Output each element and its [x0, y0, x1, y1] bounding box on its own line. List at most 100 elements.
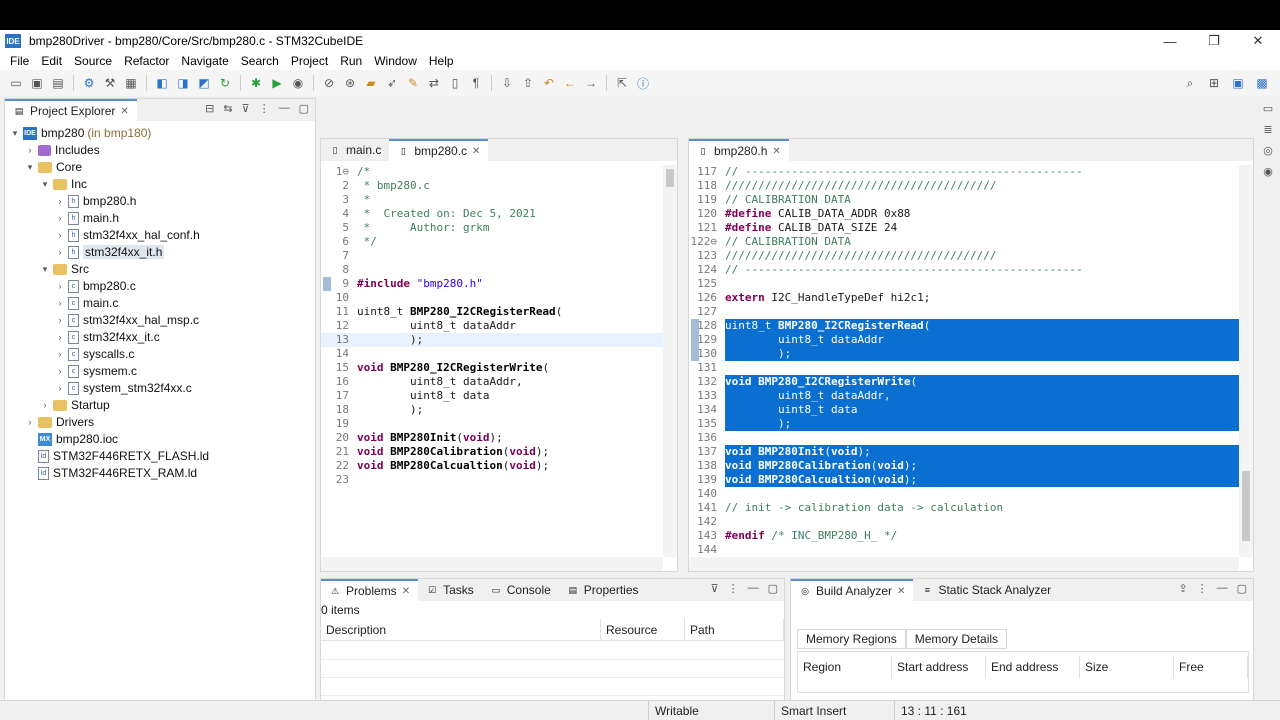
- code-line[interactable]: 141 // init -> calibration data -> calcul…: [689, 501, 1239, 515]
- tab-properties[interactable]: ▤ Properties: [559, 579, 647, 601]
- code-line[interactable]: 140: [689, 487, 1239, 501]
- column-header[interactable]: Start address: [892, 656, 986, 678]
- tree-item[interactable]: › c main.c: [54, 295, 119, 311]
- code-line[interactable]: 130 );: [689, 347, 1239, 361]
- menu-source[interactable]: Source: [68, 54, 118, 68]
- scrollbar-thumb[interactable]: [1242, 471, 1250, 541]
- tree-item[interactable]: ld STM32F446RETX_RAM.ld: [24, 465, 197, 481]
- expand-arrow-icon[interactable]: ›: [24, 417, 36, 427]
- minimize-button[interactable]: —: [1148, 30, 1192, 52]
- expand-arrow-icon[interactable]: ›: [54, 196, 66, 206]
- code-line[interactable]: 5 * Author: grkm: [321, 221, 663, 235]
- editor-tab[interactable]: ▯ main.c: [321, 139, 389, 161]
- expand-arrow-icon[interactable]: ›: [54, 247, 66, 257]
- code-line[interactable]: 18 );: [321, 403, 663, 417]
- maximize-view-icon[interactable]: ▢: [299, 102, 309, 115]
- code-line[interactable]: 3 *: [321, 193, 663, 207]
- scrollbar-thumb[interactable]: [666, 169, 674, 187]
- mx-perspective-icon[interactable]: ▩: [1254, 75, 1270, 91]
- pin-editor-icon[interactable]: ⇱: [614, 75, 630, 91]
- link-editor-icon[interactable]: ⇆: [223, 102, 232, 115]
- code-line[interactable]: 10: [321, 291, 663, 305]
- code-line[interactable]: 135 );: [689, 417, 1239, 431]
- restore-button[interactable]: ❐: [1192, 30, 1236, 52]
- run-play-icon[interactable]: ▶: [269, 75, 285, 91]
- expand-arrow-icon[interactable]: ›: [54, 366, 66, 376]
- tree-item[interactable]: › h bmp280.h: [54, 193, 137, 209]
- code-line[interactable]: 119 // CALIBRATION DATA: [689, 193, 1239, 207]
- code-line[interactable]: 143 #endif /* INC_BMP280_H_ */: [689, 529, 1239, 543]
- expand-arrow-icon[interactable]: ›: [54, 281, 66, 291]
- whitespace-icon[interactable]: ¶: [468, 75, 484, 91]
- code-line[interactable]: 23: [321, 473, 663, 487]
- horizontal-scrollbar[interactable]: [321, 557, 663, 571]
- menu-window[interactable]: Window: [368, 54, 423, 68]
- outline-icon[interactable]: ≣: [1263, 123, 1272, 136]
- code-line[interactable]: 118 /////////////////////////////////////…: [689, 179, 1239, 193]
- menu-project[interactable]: Project: [285, 54, 334, 68]
- menu-help[interactable]: Help: [423, 54, 460, 68]
- info-icon[interactable]: ⓘ: [635, 75, 651, 91]
- vertical-scrollbar[interactable]: [663, 165, 677, 557]
- tab-tasks[interactable]: ☑ Tasks: [418, 579, 482, 601]
- expand-arrow-icon[interactable]: ›: [54, 349, 66, 359]
- prev-annotation-icon[interactable]: ⇧: [520, 75, 536, 91]
- horizontal-scrollbar[interactable]: [689, 557, 1239, 571]
- tab-project-explorer[interactable]: ▤ Project Explorer ✕: [5, 99, 137, 121]
- menu-refactor[interactable]: Refactor: [118, 54, 175, 68]
- last-edit-icon[interactable]: ↶: [541, 75, 557, 91]
- view-menu-icon[interactable]: ⋮: [259, 102, 270, 115]
- tree-item[interactable]: › c sysmem.c: [54, 363, 138, 379]
- code-line[interactable]: 121 #define CALIB_DATA_SIZE 24: [689, 221, 1239, 235]
- restore-icon[interactable]: ▭: [1263, 102, 1273, 115]
- code-line[interactable]: 13 );: [321, 333, 663, 347]
- filter-icon[interactable]: ⊽: [711, 582, 719, 595]
- code-line[interactable]: 15 void BMP280_I2CRegisterWrite(: [321, 361, 663, 375]
- code-line[interactable]: 8: [321, 263, 663, 277]
- sfr-icon[interactable]: ◉: [1263, 165, 1273, 178]
- settings-gear-icon[interactable]: ⚙: [81, 75, 97, 91]
- code-line[interactable]: 142: [689, 515, 1239, 529]
- code-line[interactable]: 137 void BMP280Init(void);: [689, 445, 1239, 459]
- code-area[interactable]: 117 // ----------------------------------…: [689, 165, 1239, 557]
- code-line[interactable]: 4 * Created on: Dec 5, 2021: [321, 207, 663, 221]
- close-icon[interactable]: ✕: [897, 586, 905, 597]
- editor-tab[interactable]: ▯ bmp280.c ✕: [389, 139, 489, 161]
- tree-item[interactable]: › c stm32f4xx_hal_msp.c: [54, 312, 200, 328]
- code-line[interactable]: 144: [689, 543, 1239, 557]
- minimize-view-icon[interactable]: —: [279, 102, 290, 115]
- save-icon[interactable]: ▣: [29, 75, 45, 91]
- code-line[interactable]: 12 uint8_t dataAddr: [321, 319, 663, 333]
- save-all-icon[interactable]: ▤: [50, 75, 66, 91]
- code-line[interactable]: 17 uint8_t data: [321, 389, 663, 403]
- tree-item[interactable]: ▾ Src: [39, 261, 89, 277]
- external-tools-icon[interactable]: ◉: [290, 75, 306, 91]
- code-line[interactable]: 133 uint8_t dataAddr,: [689, 389, 1239, 403]
- column-header[interactable]: Size: [1080, 656, 1174, 678]
- code-line[interactable]: 14: [321, 347, 663, 361]
- column-header[interactable]: Description: [321, 619, 601, 640]
- editor-tab[interactable]: ▯ bmp280.h ✕: [689, 139, 789, 161]
- new-icon[interactable]: ▭: [8, 75, 24, 91]
- code-line[interactable]: 139 void BMP280Calcualtion(void);: [689, 473, 1239, 487]
- cpp-perspective-icon[interactable]: ▣: [1230, 75, 1246, 91]
- code-line[interactable]: 129 uint8_t dataAddr: [689, 333, 1239, 347]
- search-icon[interactable]: ⌕: [1182, 75, 1198, 91]
- new-class-icon[interactable]: ◨: [175, 75, 191, 91]
- code-line[interactable]: 20 void BMP280Init(void);: [321, 431, 663, 445]
- code-line[interactable]: 7: [321, 249, 663, 263]
- expand-arrow-icon[interactable]: ›: [24, 145, 36, 155]
- menu-file[interactable]: File: [4, 54, 35, 68]
- expand-arrow-icon[interactable]: ›: [54, 298, 66, 308]
- filter-icon[interactable]: ⊽: [242, 102, 250, 115]
- build-targets-icon[interactable]: ◎: [1263, 144, 1273, 157]
- subtab-memory-details[interactable]: Memory Details: [905, 629, 1008, 649]
- new-file-icon[interactable]: ◩: [196, 75, 212, 91]
- expand-arrow-icon[interactable]: ›: [54, 213, 66, 223]
- refresh-icon[interactable]: ↻: [217, 75, 233, 91]
- tree-item[interactable]: › Startup: [39, 397, 110, 413]
- toggle-icon[interactable]: ⇄: [426, 75, 442, 91]
- new-project-icon[interactable]: ◧: [154, 75, 170, 91]
- connect-icon[interactable]: ⊛: [342, 75, 358, 91]
- tree-item[interactable]: › Includes: [24, 142, 100, 158]
